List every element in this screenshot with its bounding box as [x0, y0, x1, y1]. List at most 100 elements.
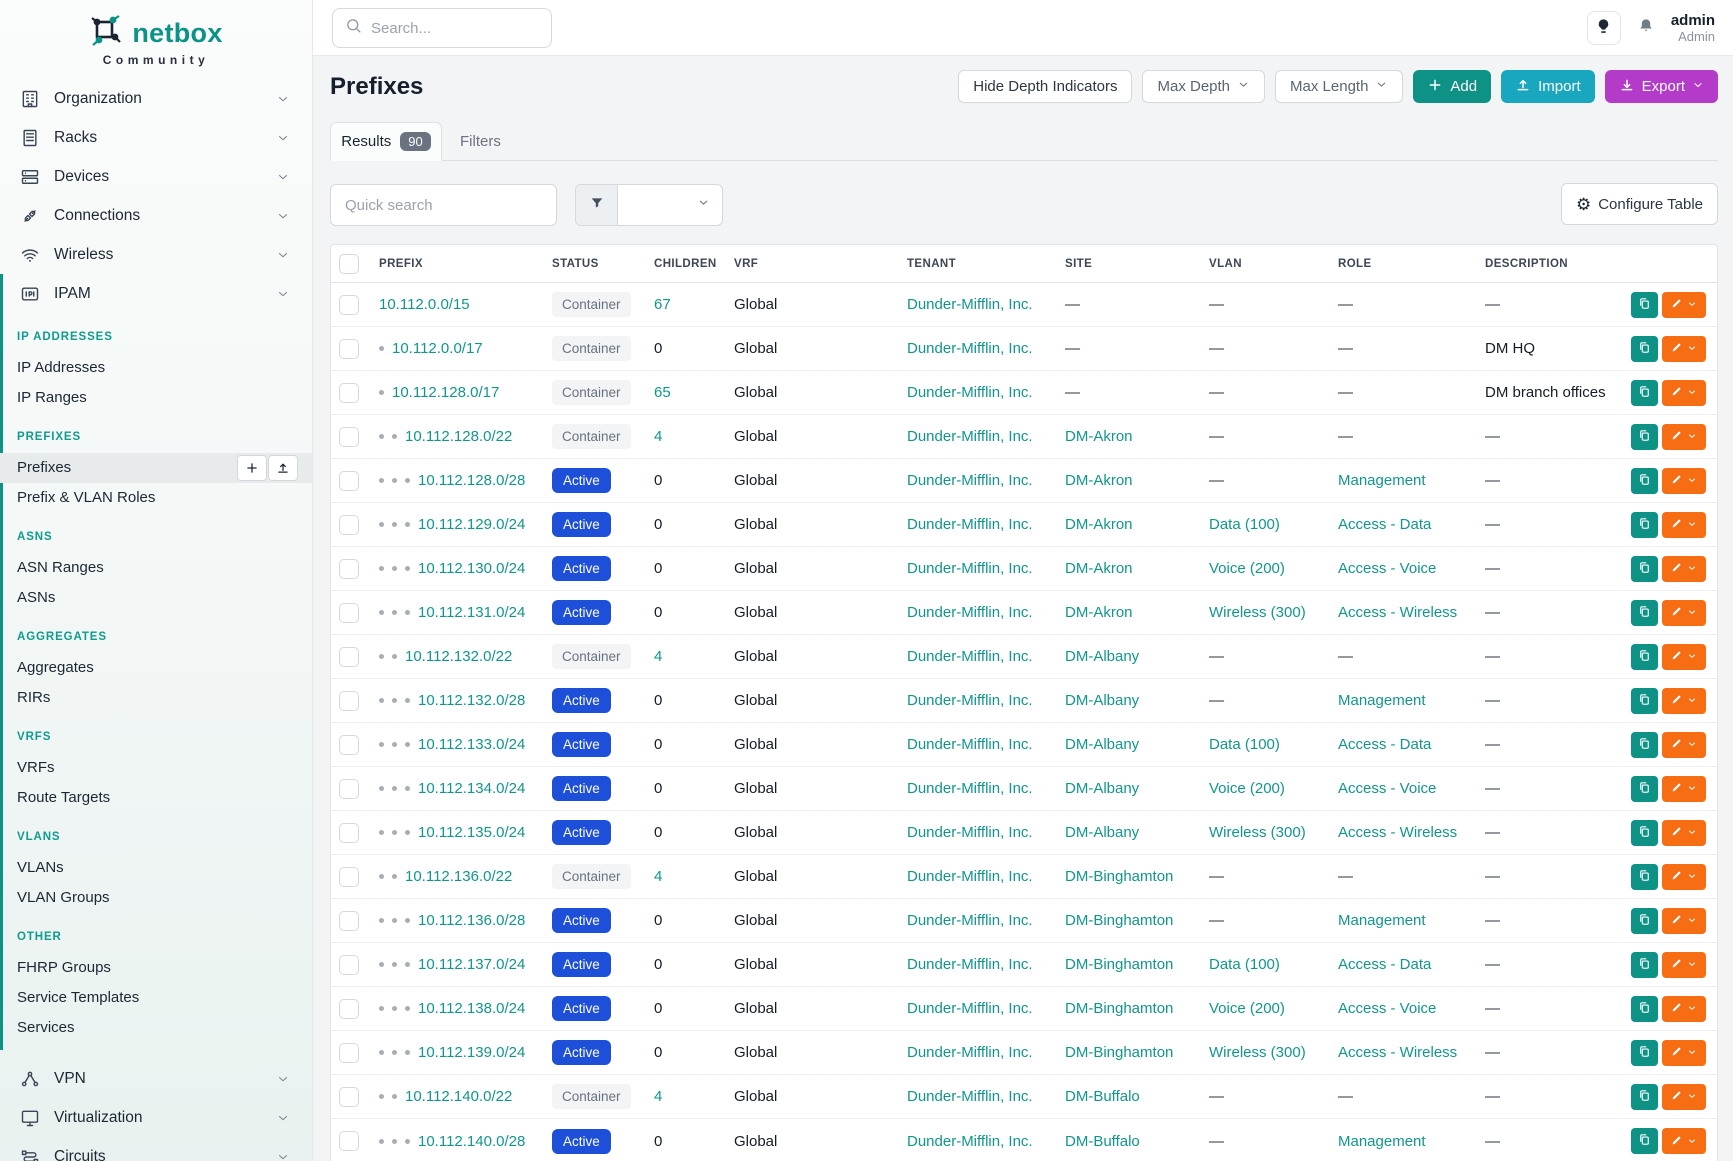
edit-button[interactable]: [1662, 1040, 1706, 1066]
prefix-link[interactable]: 10.112.128.0/17: [392, 384, 499, 401]
role-link[interactable]: Management: [1338, 692, 1426, 709]
sidebar-item-services[interactable]: Services: [0, 1013, 312, 1043]
tenant-link[interactable]: Dunder-Mifflin, Inc.: [907, 296, 1033, 313]
site-link[interactable]: DM-Albany: [1065, 648, 1139, 665]
row-checkbox[interactable]: [339, 1043, 359, 1063]
role-link[interactable]: Management: [1338, 1133, 1426, 1150]
children-count-link[interactable]: 67: [654, 296, 671, 313]
column-header-vlan[interactable]: VLAN: [1209, 258, 1338, 270]
vlan-link[interactable]: Voice (200): [1209, 560, 1285, 577]
clone-button[interactable]: [1631, 688, 1658, 714]
sidebar-item-ip-ranges[interactable]: IP Ranges: [0, 383, 312, 413]
role-link[interactable]: Access - Voice: [1338, 780, 1436, 797]
clone-button[interactable]: [1631, 776, 1658, 802]
tenant-link[interactable]: Dunder-Mifflin, Inc.: [907, 472, 1033, 489]
edit-button[interactable]: [1662, 292, 1706, 318]
site-link[interactable]: DM-Binghamton: [1065, 868, 1173, 885]
sidebar-item-aggregates[interactable]: Aggregates: [0, 653, 312, 683]
row-checkbox[interactable]: [339, 999, 359, 1019]
tenant-link[interactable]: Dunder-Mifflin, Inc.: [907, 692, 1033, 709]
prefix-link[interactable]: 10.112.128.0/28: [418, 472, 525, 489]
role-link[interactable]: Access - Data: [1338, 956, 1431, 973]
column-header-site[interactable]: SITE: [1065, 258, 1209, 270]
children-count-link[interactable]: 4: [654, 428, 662, 445]
role-link[interactable]: Management: [1338, 472, 1426, 489]
sidebar-item-route-targets[interactable]: Route Targets: [0, 783, 312, 813]
column-header-vrf[interactable]: VRF: [734, 258, 907, 270]
notifications-button[interactable]: [1632, 11, 1660, 45]
column-header-description[interactable]: DESCRIPTION: [1485, 258, 1631, 270]
sidebar-item-ipam[interactable]: IPAM: [0, 274, 312, 313]
edit-button[interactable]: [1662, 1084, 1706, 1110]
row-checkbox[interactable]: [339, 427, 359, 447]
row-checkbox[interactable]: [339, 867, 359, 887]
row-checkbox[interactable]: [339, 559, 359, 579]
row-checkbox[interactable]: [339, 383, 359, 403]
max-depth-dropdown[interactable]: Max Depth: [1142, 70, 1265, 103]
vlan-link[interactable]: Voice (200): [1209, 780, 1285, 797]
row-checkbox[interactable]: [339, 955, 359, 975]
sidebar-item-service-templates[interactable]: Service Templates: [0, 983, 312, 1013]
edit-button[interactable]: [1662, 776, 1706, 802]
prefix-link[interactable]: 10.112.129.0/24: [418, 516, 525, 533]
tenant-link[interactable]: Dunder-Mifflin, Inc.: [907, 604, 1033, 621]
edit-button[interactable]: [1662, 468, 1706, 494]
row-checkbox[interactable]: [339, 647, 359, 667]
column-header-status[interactable]: STATUS: [552, 258, 654, 270]
prefix-link[interactable]: 10.112.138.0/24: [418, 1000, 525, 1017]
site-link[interactable]: DM-Albany: [1065, 692, 1139, 709]
site-link[interactable]: DM-Akron: [1065, 604, 1133, 621]
role-link[interactable]: Access - Voice: [1338, 1000, 1436, 1017]
filter-button[interactable]: [576, 185, 618, 225]
prefix-link[interactable]: 10.112.135.0/24: [418, 824, 525, 841]
vlan-link[interactable]: Voice (200): [1209, 1000, 1285, 1017]
prefix-link[interactable]: 10.112.133.0/24: [418, 736, 525, 753]
vlan-link[interactable]: Wireless (300): [1209, 824, 1306, 841]
row-checkbox[interactable]: [339, 603, 359, 623]
sidebar-item-virtualization[interactable]: Virtualization: [0, 1098, 312, 1137]
clone-button[interactable]: [1631, 864, 1658, 890]
prefix-link[interactable]: 10.112.137.0/24: [418, 956, 525, 973]
sidebar-item-asns[interactable]: ASNs: [0, 583, 312, 613]
prefix-link[interactable]: 10.112.0.0/15: [379, 296, 470, 313]
row-checkbox[interactable]: [339, 1131, 359, 1151]
saved-filter-select[interactable]: [618, 185, 722, 225]
tenant-link[interactable]: Dunder-Mifflin, Inc.: [907, 736, 1033, 753]
tenant-link[interactable]: Dunder-Mifflin, Inc.: [907, 1133, 1033, 1150]
tenant-link[interactable]: Dunder-Mifflin, Inc.: [907, 868, 1033, 885]
sidebar-item-prefixes[interactable]: Prefixes: [0, 453, 312, 483]
clone-button[interactable]: [1631, 600, 1658, 626]
export-button[interactable]: Export: [1605, 70, 1718, 103]
tenant-link[interactable]: Dunder-Mifflin, Inc.: [907, 560, 1033, 577]
role-link[interactable]: Access - Voice: [1338, 560, 1436, 577]
clone-button[interactable]: [1631, 424, 1658, 450]
max-length-dropdown[interactable]: Max Length: [1275, 70, 1403, 103]
sidebar-item-vlans[interactable]: VLANs: [0, 853, 312, 883]
edit-button[interactable]: [1662, 996, 1706, 1022]
sidebar-item-devices[interactable]: Devices: [0, 157, 312, 196]
clone-button[interactable]: [1631, 644, 1658, 670]
clone-button[interactable]: [1631, 380, 1658, 406]
sidebar-item-fhrp-groups[interactable]: FHRP Groups: [0, 953, 312, 983]
edit-button[interactable]: [1662, 644, 1706, 670]
vlan-link[interactable]: Data (100): [1209, 736, 1280, 753]
site-link[interactable]: DM-Albany: [1065, 736, 1139, 753]
column-header-prefix[interactable]: PREFIX: [379, 258, 552, 270]
clone-button[interactable]: [1631, 556, 1658, 582]
quick-search-input[interactable]: [330, 184, 557, 226]
add-button[interactable]: Add: [1413, 70, 1491, 103]
edit-button[interactable]: [1662, 512, 1706, 538]
site-link[interactable]: DM-Akron: [1065, 428, 1133, 445]
tenant-link[interactable]: Dunder-Mifflin, Inc.: [907, 1000, 1033, 1017]
site-link[interactable]: DM-Akron: [1065, 472, 1133, 489]
column-header-role[interactable]: ROLE: [1338, 258, 1485, 270]
row-checkbox[interactable]: [339, 911, 359, 931]
tenant-link[interactable]: Dunder-Mifflin, Inc.: [907, 648, 1033, 665]
prefix-link[interactable]: 10.112.0.0/17: [392, 340, 483, 357]
add-prefix-button[interactable]: [237, 455, 267, 481]
clone-button[interactable]: [1631, 952, 1658, 978]
row-checkbox[interactable]: [339, 735, 359, 755]
prefix-link[interactable]: 10.112.128.0/22: [405, 428, 512, 445]
prefix-link[interactable]: 10.112.140.0/22: [405, 1088, 512, 1105]
edit-button[interactable]: [1662, 424, 1706, 450]
